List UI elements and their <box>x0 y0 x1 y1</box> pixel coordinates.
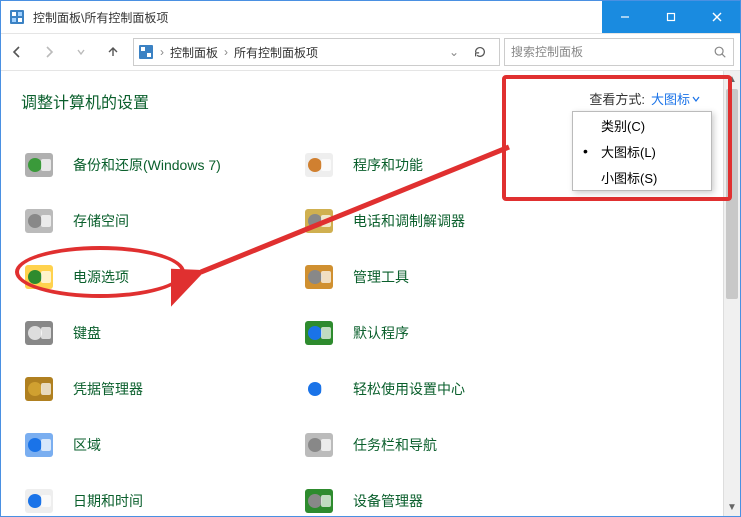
item-icon <box>301 203 337 239</box>
breadcrumb-sep: › <box>224 45 228 59</box>
item-icon <box>301 315 337 351</box>
view-by-label: 查看方式: <box>589 89 645 108</box>
scroll-thumb[interactable] <box>726 89 738 299</box>
control-panel-item[interactable]: 键盘 <box>21 305 291 361</box>
search-box[interactable] <box>504 38 734 66</box>
window: 控制面板\所有控制面板项 › 控制面板 › 所有控制面板项 <box>0 0 741 517</box>
item-label: 默认程序 <box>353 323 409 343</box>
item-icon <box>301 371 337 407</box>
maximize-button[interactable] <box>648 1 694 33</box>
titlebar: 控制面板\所有控制面板项 <box>1 1 740 33</box>
item-icon <box>21 259 57 295</box>
forward-button[interactable] <box>33 37 65 67</box>
item-icon <box>301 147 337 183</box>
minimize-button[interactable] <box>602 1 648 33</box>
breadcrumb-sep: › <box>160 45 164 59</box>
breadcrumb-seg-1[interactable]: 所有控制面板项 <box>234 44 318 61</box>
item-label: 程序和功能 <box>353 155 423 175</box>
item-label: 管理工具 <box>353 267 409 287</box>
control-panel-item[interactable]: 区域 <box>21 417 291 473</box>
search-input[interactable] <box>511 45 713 59</box>
control-panel-item[interactable]: 电话和调制解调器 <box>301 193 571 249</box>
scrollbar[interactable]: ▲ ▼ <box>723 71 740 516</box>
item-icon <box>21 371 57 407</box>
item-icon <box>301 483 337 516</box>
recent-dropdown[interactable] <box>65 37 97 67</box>
refresh-button[interactable] <box>465 45 495 59</box>
breadcrumb-seg-0[interactable]: 控制面板 <box>170 44 218 61</box>
item-icon <box>21 427 57 463</box>
view-option-small-icons[interactable]: 小图标(S) <box>573 164 711 190</box>
back-button[interactable] <box>1 37 33 67</box>
control-panel-item[interactable]: 凭据管理器 <box>21 361 291 417</box>
control-panel-item[interactable]: 电源选项 <box>21 249 291 305</box>
item-label: 任务栏和导航 <box>353 435 437 455</box>
control-panel-item[interactable]: 存储空间 <box>21 193 291 249</box>
control-panel-item[interactable]: 任务栏和导航 <box>301 417 571 473</box>
item-label: 备份和还原(Windows 7) <box>73 155 221 175</box>
page-heading: 调整计算机的设置 <box>21 89 149 113</box>
breadcrumb-expand[interactable]: ⌄ <box>449 45 459 59</box>
view-by-current[interactable]: 大图标 <box>651 89 700 108</box>
content-area: 调整计算机的设置 查看方式: 大图标 类别(C) 大图标(L) 小图标(S) 备… <box>1 71 740 516</box>
view-by: 查看方式: 大图标 <box>589 89 700 108</box>
chevron-down-icon <box>692 95 700 103</box>
item-label: 凭据管理器 <box>73 379 143 399</box>
control-panel-item[interactable]: 轻松使用设置中心 <box>301 361 571 417</box>
scroll-up[interactable]: ▲ <box>724 71 740 88</box>
view-option-category[interactable]: 类别(C) <box>573 112 711 138</box>
control-panel-item[interactable]: 备份和还原(Windows 7) <box>21 137 291 193</box>
item-label: 电话和调制解调器 <box>353 211 465 231</box>
item-icon <box>301 259 337 295</box>
toolbar: › 控制面板 › 所有控制面板项 ⌄ <box>1 33 740 71</box>
control-panel-icon <box>138 44 154 60</box>
control-panel-item[interactable]: 程序和功能 <box>301 137 571 193</box>
control-panel-icon <box>9 9 25 25</box>
item-icon <box>21 315 57 351</box>
item-label: 键盘 <box>73 323 101 343</box>
item-label: 区域 <box>73 435 101 455</box>
view-option-large-icons[interactable]: 大图标(L) <box>573 138 711 164</box>
item-icon <box>21 483 57 516</box>
search-icon <box>713 45 727 59</box>
address-bar[interactable]: › 控制面板 › 所有控制面板项 ⌄ <box>133 38 500 66</box>
up-button[interactable] <box>97 37 129 67</box>
item-icon <box>21 203 57 239</box>
control-panel-item[interactable]: 设备管理器 <box>301 473 571 516</box>
control-panel-item[interactable]: 日期和时间 <box>21 473 291 516</box>
item-label: 设备管理器 <box>353 491 423 511</box>
control-panel-item[interactable]: 默认程序 <box>301 305 571 361</box>
item-label: 日期和时间 <box>73 491 143 511</box>
item-icon <box>301 427 337 463</box>
scroll-down[interactable]: ▼ <box>724 499 740 516</box>
window-controls <box>602 1 740 33</box>
view-by-menu: 类别(C) 大图标(L) 小图标(S) <box>572 111 712 191</box>
item-label: 电源选项 <box>73 267 129 287</box>
window-title: 控制面板\所有控制面板项 <box>33 9 602 26</box>
item-label: 轻松使用设置中心 <box>353 379 465 399</box>
item-icon <box>21 147 57 183</box>
item-label: 存储空间 <box>73 211 129 231</box>
close-button[interactable] <box>694 1 740 33</box>
control-panel-item[interactable]: 管理工具 <box>301 249 571 305</box>
items-grid: 备份和还原(Windows 7) 存储空间 电源选项 键盘 凭据管理器 区域 日… <box>21 137 716 516</box>
